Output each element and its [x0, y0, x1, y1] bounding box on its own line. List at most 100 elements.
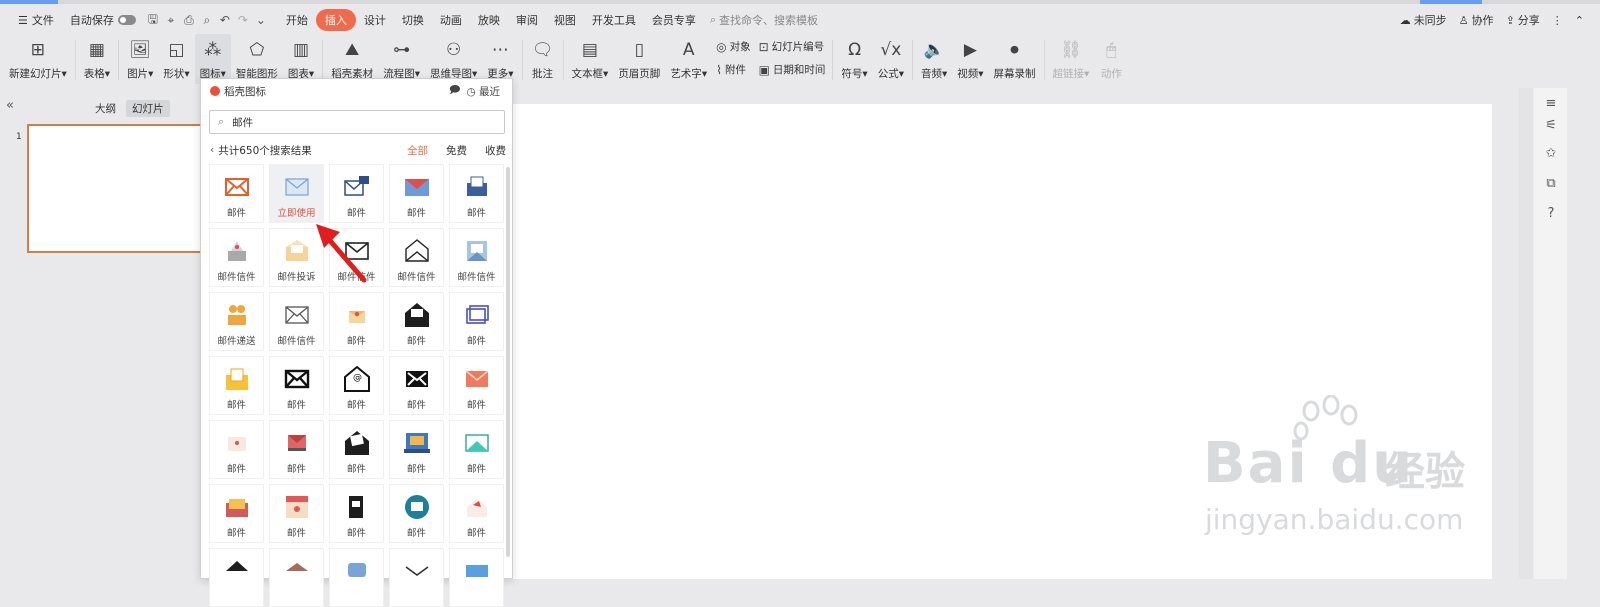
daoke-material-button[interactable]: ⛰ 稻壳素材 — [326, 34, 378, 84]
icon-result-tile[interactable]: 邮件 — [449, 356, 504, 415]
icon-result-tile[interactable]: 邮件 — [389, 484, 444, 543]
filter-paid[interactable]: 收费 — [485, 143, 506, 158]
collapse-ribbon-icon[interactable]: ⌃ — [1569, 9, 1590, 31]
customize-dropdown-icon[interactable]: ⌄ — [252, 11, 270, 29]
shape-button[interactable]: ◱ 形状▾ — [158, 34, 194, 84]
icon-result-tile[interactable] — [269, 548, 324, 607]
tab-slideshow[interactable]: 放映 — [470, 9, 508, 31]
help-icon[interactable]: ? — [1542, 204, 1560, 222]
picture-button[interactable]: 🖼 图片▾ — [122, 34, 158, 84]
collapse-panel-icon[interactable]: « — [6, 98, 14, 113]
share-button[interactable]: ⇪ 分享 — [1500, 9, 1546, 31]
icon-result-tile[interactable]: 邮件 — [329, 420, 384, 479]
icon-result-tile[interactable]: 邮件 — [449, 164, 504, 223]
chevron-left-icon[interactable]: ‹ — [210, 144, 214, 156]
recent-button[interactable]: ◷ 最近 — [466, 84, 500, 99]
sync-button[interactable]: ☁ 未同步 — [1394, 9, 1453, 31]
tab-transition[interactable]: 切换 — [394, 9, 432, 31]
wordart-button[interactable]: A 艺术字▾ — [665, 34, 712, 84]
icon-result-tile[interactable]: 邮件递送 — [209, 292, 264, 351]
save-icon[interactable]: 🖫 — [144, 11, 162, 29]
icon-result-tile[interactable]: 邮件 — [389, 356, 444, 415]
filter-all[interactable]: 全部 — [407, 143, 428, 158]
new-slide-button[interactable]: ⊞ 新建幻灯片▾ — [4, 34, 72, 84]
autosave-toggle[interactable]: 自动保存 — [62, 9, 144, 31]
icon-result-tile[interactable]: 邮件 — [449, 484, 504, 543]
filter-free[interactable]: 免费 — [446, 143, 467, 158]
mindmap-button[interactable]: ⚇ 思维导图▾ — [425, 34, 482, 84]
video-button[interactable]: ▶ 视频▾ — [952, 34, 988, 84]
icon-result-tile[interactable]: 邮件 — [269, 420, 324, 479]
hyperlink-button[interactable]: ⛓ 超链接▾ — [1048, 34, 1095, 84]
panel-scrollbar[interactable] — [506, 167, 510, 557]
icon-result-tile[interactable] — [329, 548, 384, 607]
command-search[interactable]: ⌕ 查找命令、搜索模板 — [710, 12, 818, 28]
icon-button[interactable]: ⁂ 图标▾ — [194, 34, 231, 84]
tab-outline[interactable]: 大纲 — [89, 100, 122, 117]
vertical-scrollbar[interactable] — [1519, 88, 1533, 579]
icon-result-tile[interactable]: 邮件 — [269, 356, 324, 415]
icon-result-tile[interactable]: 邮件 — [209, 356, 264, 415]
icon-result-tile[interactable]: 邮件信件 — [269, 292, 324, 351]
action-button[interactable]: 🖱 动作 — [1094, 34, 1128, 84]
formula-button[interactable]: √x 公式▾ — [873, 34, 909, 84]
icon-result-tile[interactable]: 邮件 — [449, 420, 504, 479]
tab-insert[interactable]: 插入 — [315, 9, 356, 31]
collab-button[interactable]: ♙ 协作 — [1453, 9, 1500, 31]
icon-result-tile[interactable]: @ 邮件 — [329, 356, 384, 415]
icon-result-tile[interactable]: 邮件 — [329, 292, 384, 351]
drag-handle-icon[interactable]: ≡ — [1542, 94, 1560, 112]
icon-result-tile[interactable]: 邮件 — [209, 164, 264, 223]
icon-result-tile[interactable]: 邮件 — [329, 164, 384, 223]
icon-result-tile[interactable]: 邮件 — [209, 484, 264, 543]
feedback-icon[interactable]: 🗩 — [449, 82, 461, 100]
comment-button[interactable]: 🗨 批注 — [526, 34, 560, 84]
attachment-button[interactable]: ⌇ 附件 — [716, 62, 750, 77]
icon-result-tile[interactable]: 邮件 — [389, 292, 444, 351]
icon-search-input[interactable]: ⌕ 邮件 — [209, 110, 505, 134]
icon-result-tile[interactable]: 邮件 — [389, 420, 444, 479]
print-preview-icon[interactable]: ⌕ — [198, 11, 216, 29]
audio-button[interactable]: 🔈 音频▾ — [916, 34, 952, 84]
format-painter-icon[interactable]: ⌖ — [162, 11, 180, 29]
flowchart-button[interactable]: ⊶ 流程图▾ — [378, 34, 425, 84]
chart-button[interactable]: ▥ 图表▾ — [283, 34, 319, 84]
tab-developer[interactable]: 开发工具 — [584, 9, 644, 31]
datetime-button[interactable]: ▣ 日期和时间 — [759, 62, 826, 77]
icon-result-tile[interactable]: 邮件 — [209, 420, 264, 479]
tab-home[interactable]: 开始 — [278, 9, 316, 31]
tab-view[interactable]: 视图 — [546, 9, 584, 31]
tab-slides[interactable]: 幻灯片 — [126, 100, 170, 117]
icon-result-tile[interactable]: 邮件 — [269, 484, 324, 543]
settings-sliders-icon[interactable]: ⚟ — [1542, 116, 1560, 134]
undo-icon[interactable]: ↶ — [216, 11, 234, 29]
icon-result-tile[interactable]: 邮件信件 — [389, 228, 444, 287]
icon-result-tile[interactable] — [449, 548, 504, 607]
smart-graphic-button[interactable]: ⬠ 智能图形 — [231, 34, 283, 84]
textbox-button[interactable]: ▤ 文本框▾ — [567, 34, 614, 84]
tab-review[interactable]: 审阅 — [508, 9, 546, 31]
slide-number-button[interactable]: ⊡ 幻灯片编号 — [759, 39, 826, 54]
icon-result-tile[interactable]: 邮件 — [329, 484, 384, 543]
more-options-icon[interactable]: ⋮ — [1546, 9, 1569, 31]
tab-design[interactable]: 设计 — [356, 9, 394, 31]
slides-icon[interactable]: ⧉ — [1542, 174, 1560, 192]
file-menu[interactable]: ☰ 文件 — [10, 9, 62, 31]
star-pen-icon[interactable]: ✩ — [1542, 144, 1560, 162]
icon-result-tile[interactable] — [209, 548, 264, 607]
table-button[interactable]: ▦ 表格▾ — [79, 34, 115, 84]
icon-result-tile[interactable]: 邮件 — [449, 292, 504, 351]
use-now-button[interactable]: 立即使用 — [277, 205, 315, 219]
icon-result-tile[interactable]: 立即使用 — [269, 164, 324, 223]
icon-result-tile[interactable]: 邮件信件 — [209, 228, 264, 287]
header-footer-button[interactable]: ▯ 页眉页脚 — [613, 34, 665, 84]
symbol-button[interactable]: Ω 符号▾ — [836, 34, 872, 84]
icon-result-tile[interactable]: 邮件信件 — [449, 228, 504, 287]
icon-result-tile[interactable]: 邮件 — [389, 164, 444, 223]
more-button[interactable]: ⋯ 更多▾ — [482, 34, 518, 84]
object-button[interactable]: ◎ 对象 — [716, 39, 750, 54]
screen-record-button[interactable]: ⏺ 屏幕录制 — [989, 34, 1041, 84]
slide-thumbnail[interactable] — [27, 124, 207, 253]
tab-animation[interactable]: 动画 — [432, 9, 470, 31]
print-icon[interactable]: ⎙ — [180, 11, 198, 29]
